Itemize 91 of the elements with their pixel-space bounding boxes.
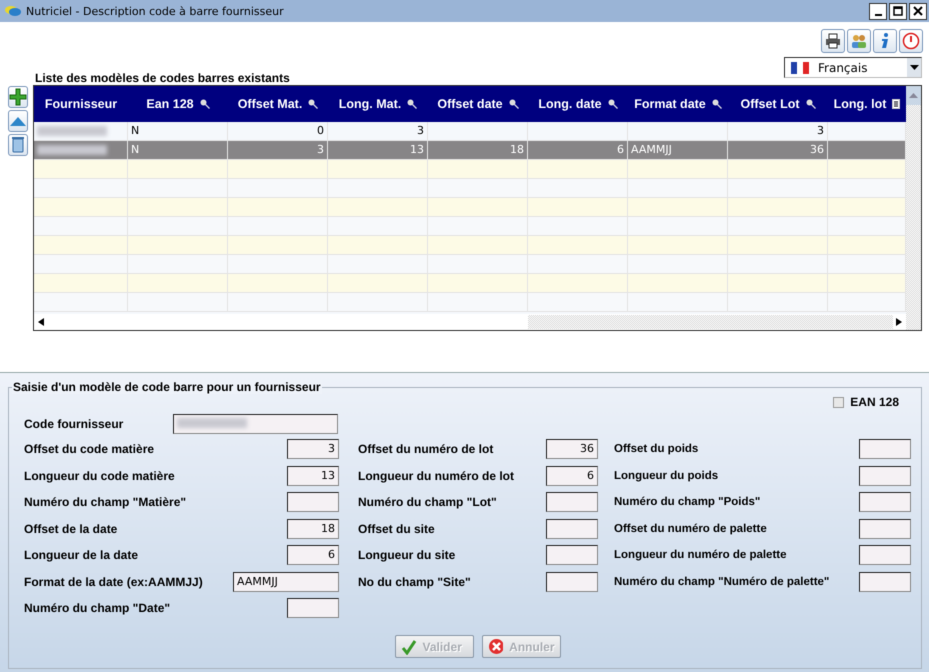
column-header[interactable]: Format date (628, 86, 728, 122)
up-triangle-icon (10, 116, 26, 126)
app-logo-icon (5, 5, 21, 17)
add-button[interactable] (8, 86, 28, 108)
search-icon (308, 99, 318, 109)
search-icon (806, 99, 816, 109)
vertical-scrollbar[interactable] (906, 86, 921, 330)
field-label: No du champ "Site" (358, 574, 471, 589)
input-field[interactable] (859, 492, 911, 512)
power-button[interactable] (899, 29, 923, 53)
column-header[interactable]: Long. Mat. (328, 86, 428, 122)
search-icon (200, 99, 210, 109)
scroll-left-icon[interactable] (38, 318, 44, 326)
search-icon (712, 99, 722, 109)
field-label: Longueur du poids (614, 470, 718, 482)
field-label: Longueur de la date (24, 548, 138, 562)
info-button[interactable] (873, 29, 897, 53)
field-label: Offset de la date (24, 522, 118, 536)
field-label: Offset du code matière (24, 442, 154, 456)
horizontal-scrollbar[interactable] (34, 314, 906, 330)
field-label: Code fournisseur (24, 417, 124, 431)
input-field[interactable] (546, 518, 598, 539)
language-dropdown[interactable]: Français (784, 57, 922, 78)
column-header[interactable]: Offset Lot (728, 86, 828, 122)
move-up-button[interactable] (8, 110, 28, 132)
trash-icon (12, 137, 24, 153)
users-icon (850, 33, 868, 49)
input-field[interactable] (287, 598, 339, 618)
input-field[interactable] (546, 572, 598, 592)
list-icon (892, 99, 900, 109)
check-icon (400, 638, 416, 654)
minimize-icon (874, 14, 882, 16)
ean-checkbox[interactable]: EAN 128 (833, 392, 899, 412)
printer-icon (825, 33, 841, 49)
input-field[interactable]: 6 (546, 466, 598, 486)
delete-button[interactable] (8, 134, 28, 156)
search-icon (508, 99, 519, 109)
input-field[interactable] (859, 466, 911, 486)
input-field[interactable] (859, 572, 911, 592)
maximize-button[interactable] (889, 2, 907, 20)
field-label: Longueur du site (358, 548, 456, 562)
close-button[interactable] (909, 2, 927, 20)
field-label: Offset du numéro de lot (358, 442, 494, 456)
supplier-code-field[interactable] (173, 414, 338, 434)
input-field[interactable] (546, 545, 598, 566)
input-field[interactable] (287, 492, 339, 512)
input-field[interactable] (859, 518, 911, 539)
input-field[interactable] (546, 492, 598, 512)
field-label: Numéro du champ "Lot" (358, 495, 497, 510)
field-label: Offset du numéro de palette (614, 522, 767, 535)
field-label: Longueur du code matière (24, 468, 175, 483)
power-icon (902, 32, 920, 50)
field-label: Format de la date (ex:AAMMJJ) (24, 574, 203, 589)
input-field[interactable]: 6 (287, 545, 339, 566)
column-header[interactable]: Long. lot (828, 86, 906, 122)
list-title: Liste des modèles de codes barres existants (35, 71, 291, 85)
close-icon (913, 6, 923, 16)
search-icon (608, 99, 618, 109)
info-icon (879, 32, 891, 50)
field-label: Longueur du numéro de lot (358, 468, 514, 483)
search-icon (407, 99, 418, 109)
field-label: Numéro du champ "Date" (24, 601, 170, 616)
scroll-right-icon[interactable] (896, 318, 902, 326)
maximize-icon (893, 6, 903, 16)
column-header[interactable]: Offset Mat. (228, 86, 328, 122)
input-field[interactable] (859, 439, 911, 460)
field-label: Numéro du champ "Numéro de palette" (614, 576, 830, 588)
input-field[interactable]: 36 (546, 439, 598, 460)
column-header[interactable]: Ean 128 (128, 86, 228, 122)
input-field[interactable]: 18 (287, 518, 339, 539)
field-label: Longueur du numéro de palette (614, 549, 787, 562)
field-label: Numéro du champ "Poids" (614, 496, 760, 508)
column-header[interactable]: Offset date (428, 86, 528, 122)
input-field[interactable]: 3 (287, 439, 339, 460)
field-label: Numéro du champ "Matière" (24, 495, 186, 510)
print-button[interactable] (821, 29, 845, 53)
window-title: Nutriciel - Description code à barre fournisseur (26, 4, 285, 18)
input-field[interactable]: AAMMJJ (233, 572, 339, 592)
group-title: Saisie d'un modèle de code barre pour un fournisseur (12, 380, 322, 394)
column-header[interactable]: Fournisseur (34, 86, 128, 122)
input-field[interactable]: 13 (287, 466, 339, 486)
field-label: Offset du site (358, 522, 435, 536)
minimize-button[interactable] (869, 2, 887, 20)
flag-icon (791, 62, 809, 74)
cancel-icon (488, 638, 504, 655)
input-field[interactable] (859, 545, 911, 566)
table-row[interactable]: N 0 3 3 (34, 122, 906, 141)
table-row[interactable]: N 3 13 18 6 AAMMJJ 36 (34, 141, 906, 160)
column-header[interactable]: Long. date (528, 86, 628, 122)
field-label: Offset du poids (614, 443, 698, 456)
plus-icon (9, 88, 27, 106)
